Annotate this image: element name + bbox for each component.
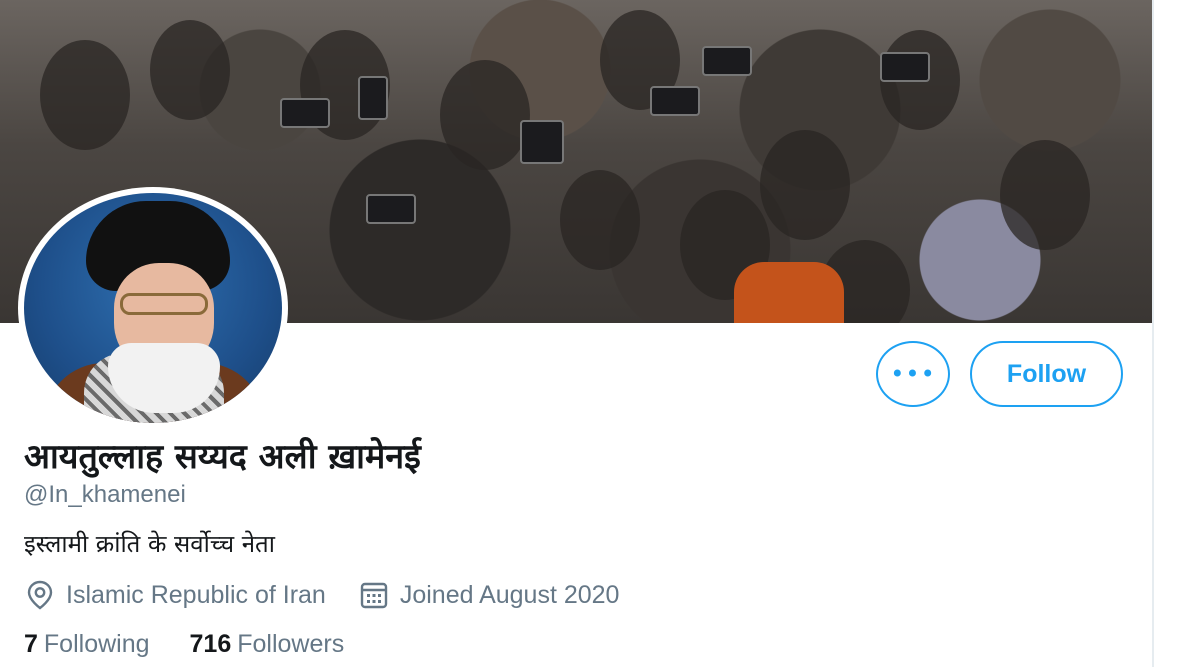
followers-label: Followers [237,630,345,658]
profile-stats: 7 Following 716 Followers [24,630,344,659]
following-count: 7 [24,630,38,658]
profile-joined-date: Joined August 2020 [399,580,620,609]
more-options-button[interactable]: ••• [876,341,950,407]
profile-location: Islamic Republic of Iran [66,580,326,609]
more-options-icon: ••• [890,360,936,388]
followers-link[interactable]: 716 Followers [190,630,345,659]
profile-meta: Islamic Republic of Iran Joined August 2… [24,578,619,612]
profile-bio: इस्लामी क्रांति के सर्वोच्च नेता [24,530,275,558]
page-divider [1152,0,1154,667]
calendar-icon [358,579,390,611]
profile-display-name: आयतुल्लाह सय्यद अली ख़ामेनई [24,437,421,477]
following-label: Following [43,630,150,658]
location-pin-icon [24,579,56,611]
profile-handle: @In_khamenei [24,481,186,508]
avatar[interactable] [24,193,282,423]
follow-button[interactable]: Follow [970,341,1123,407]
followers-count: 716 [189,630,232,658]
following-link[interactable]: 7 Following [24,630,150,659]
follow-button-label: Follow [1006,359,1087,388]
